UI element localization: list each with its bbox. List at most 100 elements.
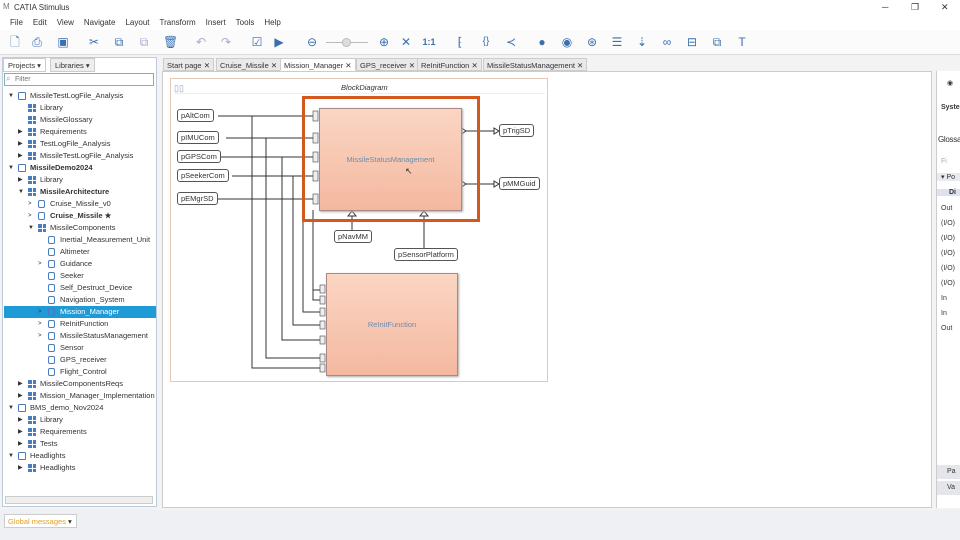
close-tab-icon[interactable]: ✕	[343, 61, 351, 70]
expand-arrow-icon[interactable]: ▼	[8, 162, 14, 174]
section-header[interactable]: ▾ Po	[937, 173, 960, 181]
layers-icon[interactable]: ⧉	[710, 35, 724, 49]
doc-tab[interactable]: Start page ✕	[163, 58, 214, 71]
open-icon[interactable]: ⎙	[30, 35, 44, 49]
zoom-in-icon[interactable]: ⊕	[377, 35, 391, 49]
list-icon[interactable]: ☰	[610, 35, 624, 49]
tree-item[interactable]: ▶ TestLogFile_Analysis	[4, 138, 156, 150]
delete-icon[interactable]: 🗑	[163, 35, 178, 49]
tree-item[interactable]: Inertial_Measurement_Unit	[4, 234, 156, 246]
tree-item[interactable]: ▶ Headlights	[4, 462, 156, 474]
expand-arrow-icon[interactable]: ▶	[18, 426, 23, 438]
global-messages-tab[interactable]: Global messages ▾	[4, 514, 77, 528]
doc-tab[interactable]: GPS_receiver ✕	[356, 58, 420, 71]
menu-edit[interactable]: Edit	[33, 18, 47, 27]
close-tab-icon[interactable]: ✕	[575, 61, 583, 70]
tree-item[interactable]: ▶ Tests	[4, 438, 156, 450]
menu-tools[interactable]: Tools	[236, 18, 255, 27]
tree-item[interactable]: Self_Destruct_Device	[4, 282, 156, 294]
menu-file[interactable]: File	[10, 18, 23, 27]
cut-icon[interactable]: ✂	[87, 35, 101, 49]
save-icon[interactable]: ▣	[56, 35, 70, 49]
doc-tab[interactable]: MissileStatusManagement ✕	[483, 58, 588, 71]
zoom-out-icon[interactable]: ⊖	[305, 35, 319, 49]
maximize-button[interactable]: ❐	[911, 2, 919, 13]
properties-filter[interactable]: Fi	[941, 158, 947, 165]
link-icon[interactable]: ∞	[660, 35, 674, 49]
paste-icon[interactable]: ⧉	[137, 35, 151, 49]
tree-item[interactable]: > Cruise_Missile_v0	[4, 198, 156, 210]
fit-icon[interactable]: ✕	[399, 35, 413, 49]
tree-item[interactable]: Sensor	[4, 342, 156, 354]
expand-arrow-icon[interactable]: ▶	[18, 462, 23, 474]
column-header[interactable]: Di	[937, 189, 960, 196]
share-icon[interactable]: ≺	[504, 35, 518, 49]
menu-help[interactable]: Help	[264, 18, 280, 27]
expand-arrow-icon[interactable]: >	[38, 318, 42, 330]
tree-item[interactable]: ▼ MissileTestLogFile_Analysis	[4, 90, 156, 102]
tree-item[interactable]: > MissileStatusManagement	[4, 330, 156, 342]
check-icon[interactable]: ☑	[250, 35, 264, 49]
minimize-button[interactable]: ─	[882, 2, 888, 12]
close-button[interactable]: ✕	[941, 2, 949, 13]
expand-arrow-icon[interactable]: ▼	[8, 402, 14, 414]
tree-item[interactable]: ▶ Mission_Manager_Implementation	[4, 390, 156, 402]
port-pgpscom[interactable]: pGPSCom	[177, 150, 221, 163]
tree-item[interactable]: ▶ MissileComponentsReqs	[4, 378, 156, 390]
doc-tab[interactable]: Mission_Manager ✕	[280, 58, 356, 71]
expand-arrow-icon[interactable]: ▼	[18, 186, 24, 198]
zoom-slider-handle[interactable]	[342, 38, 351, 47]
expand-arrow-icon[interactable]: ▶	[18, 438, 23, 450]
close-tab-icon[interactable]: ✕	[269, 61, 277, 70]
block-reinit-function[interactable]: ReInitFunction	[326, 273, 458, 376]
expand-arrow-icon[interactable]: ▼	[8, 450, 14, 462]
expand-arrow-icon[interactable]: >	[38, 330, 42, 342]
close-tab-icon[interactable]: ✕	[202, 61, 210, 70]
tree-item[interactable]: ▼ MissileArchitecture	[4, 186, 156, 198]
tab-libraries[interactable]: Libraries ▾	[50, 58, 95, 72]
tree-item[interactable]: ▶ Requirements	[4, 126, 156, 138]
menu-transform[interactable]: Transform	[160, 18, 196, 27]
pa-button[interactable]: Pa	[937, 465, 960, 479]
tree-item[interactable]: MissileGlossary	[4, 114, 156, 126]
copy-icon[interactable]: ⧉	[112, 35, 126, 49]
tab-projects[interactable]: Projects ▾	[3, 58, 46, 72]
expand-arrow-icon[interactable]: >	[28, 210, 32, 222]
expand-arrow-icon[interactable]: ▼	[8, 90, 14, 102]
port-pemgrsd[interactable]: pEMgrSD	[177, 192, 218, 205]
tree-item[interactable]: ▶ MissileTestLogFile_Analysis	[4, 150, 156, 162]
braces-icon[interactable]: {}	[479, 35, 493, 49]
expand-arrow-icon[interactable]: >	[38, 258, 42, 270]
menu-insert[interactable]: Insert	[206, 18, 226, 27]
tree-item[interactable]: Library	[4, 102, 156, 114]
doc-tab[interactable]: ReInitFunction ✕	[417, 58, 482, 71]
undo-icon[interactable]: ↶	[194, 35, 208, 49]
new-file-icon[interactable]: 🗋	[8, 35, 22, 49]
panel-menu-icon[interactable]: ◉	[947, 79, 953, 87]
port-pimucom[interactable]: pIMUCom	[177, 131, 219, 144]
expand-arrow-icon[interactable]: >	[38, 306, 42, 318]
zoom-slider[interactable]	[326, 38, 368, 47]
va-button[interactable]: Va	[937, 481, 960, 495]
sort-icon[interactable]: ⇣	[635, 35, 649, 49]
tree-item[interactable]: > Guidance	[4, 258, 156, 270]
connector-icon[interactable]: ●	[535, 35, 549, 49]
port-pnavmm[interactable]: pNavMM	[334, 230, 373, 243]
horizontal-scrollbar[interactable]	[5, 496, 153, 504]
doc-tab[interactable]: Cruise_Missile ✕	[216, 58, 282, 71]
filter-input[interactable]	[4, 73, 154, 86]
expand-arrow-icon[interactable]: >	[28, 198, 32, 210]
tree-item[interactable]: Altimeter	[4, 246, 156, 258]
expand-arrow-icon[interactable]: ▶	[18, 414, 23, 426]
tree-item[interactable]: ▼ MissileComponents	[4, 222, 156, 234]
tree-item[interactable]: ▼ MissileDemo2024	[4, 162, 156, 174]
layout-icon[interactable]: ⊟	[685, 35, 699, 49]
tree-item[interactable]: ▶ Library	[4, 414, 156, 426]
port-ptrigsd[interactable]: pTrigSD	[499, 124, 535, 137]
port-pseekercom[interactable]: pSeekerCom	[177, 169, 229, 182]
expand-arrow-icon[interactable]: ▶	[18, 174, 23, 186]
tree-item[interactable]: GPS_receiver	[4, 354, 156, 366]
tree-item[interactable]: > ReInitFunction	[4, 318, 156, 330]
expand-arrow-icon[interactable]: ▼	[28, 222, 34, 234]
expand-arrow-icon[interactable]: ▶	[18, 150, 23, 162]
